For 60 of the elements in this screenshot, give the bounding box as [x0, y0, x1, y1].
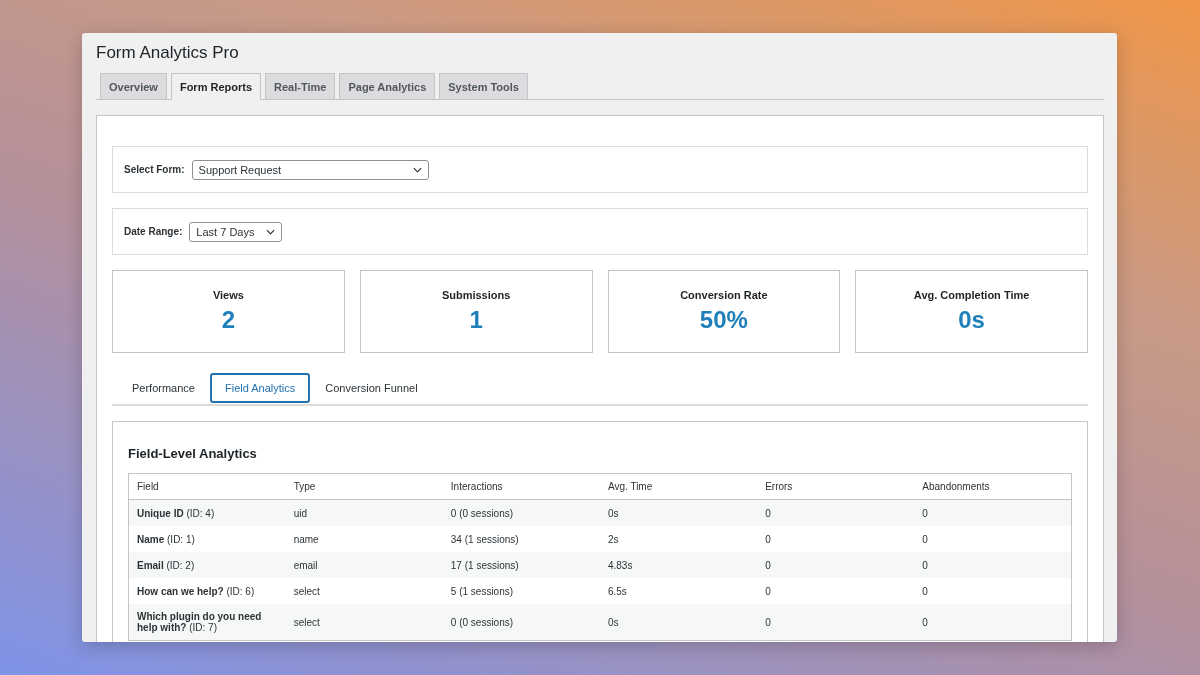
nav-tab[interactable]: System Tools: [439, 73, 528, 99]
table-cell: 0: [914, 552, 1072, 578]
nav-tab[interactable]: Overview: [100, 73, 167, 99]
table-cell: 0: [757, 526, 915, 552]
table-cell: 0: [757, 578, 915, 604]
sub-tab[interactable]: Field Analytics: [210, 373, 311, 403]
chevron-icon: [266, 228, 276, 235]
table-cell: select: [285, 604, 443, 641]
table-cell: 17 (1 sessions): [442, 552, 600, 578]
chevron-icon: [412, 166, 422, 173]
stat-value: 0s: [958, 306, 985, 334]
window-title: Form Analytics Pro: [96, 43, 240, 63]
table-cell: Which plugin do you need help with? (ID: 7): [128, 604, 286, 641]
table-cell: Unique ID (ID: 4): [128, 499, 286, 526]
table-cell: 34 (1 sessions): [442, 526, 600, 552]
column-header: Errors: [757, 473, 915, 500]
table-cell: name: [285, 526, 443, 552]
stat-label: Conversion Rate: [680, 289, 768, 301]
table-cell: 0 (0 sessions): [442, 604, 600, 641]
nav-tab[interactable]: Page Analytics: [339, 73, 436, 99]
stat-value: 2: [221, 306, 236, 334]
table-cell: Name (ID: 1): [128, 526, 286, 552]
table-cell: 0s: [599, 499, 758, 526]
table-cell: select: [285, 578, 443, 604]
stat-value: 1: [469, 306, 483, 334]
date-range-select[interactable]: Last 7 Days: [189, 221, 283, 242]
stat-label: Avg. Completion Time: [913, 289, 1030, 301]
column-header: Abandonments: [914, 473, 1072, 500]
nav-tab[interactable]: Form Reports: [170, 73, 262, 100]
stat-label: Submissions: [441, 289, 511, 301]
column-header: Avg. Time: [599, 473, 758, 500]
table-cell: 0: [914, 499, 1072, 526]
table-cell: uid: [285, 499, 443, 526]
table-cell: 0s: [599, 604, 758, 641]
table-cell: 0: [914, 526, 1072, 552]
section-title: Field-Level Analytics: [128, 446, 258, 461]
table-cell: 0: [757, 604, 915, 641]
table-cell: 2s: [599, 526, 758, 552]
field-label: Select Form:: [124, 164, 185, 175]
table-cell: 4.83s: [599, 552, 758, 578]
field-label: Date Range:: [124, 226, 183, 237]
table-cell: email: [285, 552, 443, 578]
sub-tab[interactable]: Conversion Funnel: [310, 373, 433, 403]
column-header: Type: [285, 473, 443, 500]
table-cell: 6.5s: [599, 578, 758, 604]
table-cell: 0: [757, 499, 915, 526]
table-cell: 0 (0 sessions): [442, 499, 600, 526]
nav-tab[interactable]: Real-Time: [265, 73, 336, 99]
table-cell: 5 (1 sessions): [442, 578, 600, 604]
table-cell: 0: [757, 552, 915, 578]
table-cell: Email (ID: 2): [128, 552, 286, 578]
form-select[interactable]: Support Request: [191, 159, 429, 180]
column-header: Field: [128, 473, 286, 500]
stat-value: 50%: [699, 306, 748, 334]
column-header: Interactions: [442, 473, 600, 500]
table-cell: How can we help? (ID: 6): [128, 578, 286, 604]
stat-label: Views: [212, 289, 244, 301]
table-cell: 0: [914, 604, 1072, 641]
table-cell: 0: [914, 578, 1072, 604]
sub-tab[interactable]: Performance: [117, 373, 210, 403]
